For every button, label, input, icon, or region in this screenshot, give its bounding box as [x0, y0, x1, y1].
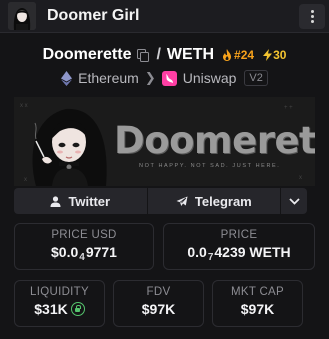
flame-icon [223, 49, 232, 61]
svg-text:+ +: + + [284, 105, 293, 111]
svg-text:x: x [24, 177, 27, 183]
lightning-icon [263, 49, 273, 61]
chain-dex-row: Ethereum ❯ Uniswap V2 [0, 68, 329, 88]
svg-text:x: x [299, 175, 302, 181]
telegram-icon [176, 196, 188, 206]
more-menu-button[interactable] [299, 4, 325, 29]
liquidity-value: $31K [34, 301, 68, 317]
price-usd-label: PRICE USD [51, 229, 117, 241]
more-socials-button[interactable] [281, 188, 307, 214]
doomer-girl-avatar-icon [8, 2, 36, 30]
price-usd-card: PRICE USD $0.049771 [14, 223, 154, 270]
svg-text:x x: x x [20, 103, 28, 109]
trending-rank[interactable]: #24 [222, 48, 254, 62]
dex-name[interactable]: Uniswap [183, 70, 237, 86]
fdv-value: $97K [141, 301, 176, 317]
chevron-down-icon [288, 197, 300, 205]
mktcap-value: $97K [240, 301, 275, 317]
price-weth-value: 0.074239 WETH [187, 244, 291, 263]
lock-icon[interactable] [70, 302, 85, 316]
vertical-dots-icon [310, 10, 314, 13]
banner-title: Doomerette [114, 119, 315, 162]
pair-header: Doomerette / WETH #24 30 [0, 44, 329, 66]
banner-tagline: NOT HAPPY. NOT SAD. JUST HERE. [139, 163, 281, 169]
pair-separator: / [156, 46, 161, 63]
fdv-card: FDV $97K [113, 280, 204, 327]
fdv-label: FDV [146, 286, 171, 298]
copy-icon[interactable] [137, 49, 150, 62]
twitter-button[interactable]: Twitter [14, 188, 147, 214]
person-icon [50, 195, 61, 207]
telegram-button[interactable]: Telegram [147, 188, 281, 214]
base-token-name: Doomerette [42, 46, 132, 63]
price-weth-card: PRICE 0.074239 WETH [163, 223, 315, 270]
page-title: Doomer Girl [47, 7, 140, 24]
ethereum-icon [61, 70, 73, 86]
price-usd-value: $0.049771 [51, 244, 117, 263]
boost-count[interactable]: 30 [263, 48, 286, 62]
quote-token-name: WETH [166, 46, 215, 63]
social-links: Twitter Telegram [14, 188, 307, 214]
chevron-right-icon: ❯ [144, 70, 156, 85]
mktcap-card: MKT CAP $97K [212, 280, 303, 327]
price-label: PRICE [220, 229, 258, 241]
liquidity-card: LIQUIDITY $31K [14, 280, 105, 327]
mktcap-label: MKT CAP [230, 286, 284, 298]
dex-version-badge: V2 [244, 70, 268, 86]
chain-name[interactable]: Ethereum [78, 70, 139, 86]
liquidity-label: LIQUIDITY [30, 286, 89, 298]
uniswap-icon [161, 70, 177, 86]
token-banner-image: x x + + x x Doomerette NOT HAPPY. NOT SA… [14, 97, 315, 186]
title-bar: Doomer Girl [0, 0, 329, 33]
